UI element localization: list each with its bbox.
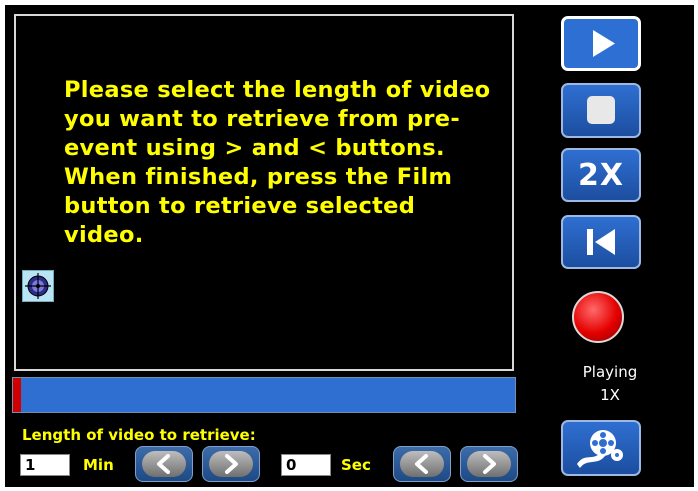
minutes-decrease-button[interactable] [135,446,193,482]
record-button[interactable] [572,291,624,343]
chevron-right-icon [225,454,238,474]
chevron-left-icon [157,454,170,474]
length-label: Length of video to retrieve: [22,426,256,444]
rewind-to-start-icon [587,229,615,255]
stop-button[interactable] [561,83,641,138]
timeline-marker[interactable] [13,378,21,412]
play-button[interactable] [561,16,641,71]
crosshair-icon[interactable] [22,270,54,302]
seconds-unit-label: Sec [341,456,371,474]
seconds-field[interactable]: 0 [281,454,331,476]
film-retrieve-button[interactable] [561,420,641,476]
chevron-right-icon [483,454,496,474]
instruction-message: Please select the length of video you wa… [64,77,491,248]
film-reel-icon [577,430,623,468]
minutes-field[interactable]: 1 [20,454,70,476]
speed-label: 2X [577,157,624,193]
status-speed-label: 1X [600,386,620,404]
play-icon [593,30,615,57]
playback-status: Playing 1X [560,361,660,407]
speed-2x-button[interactable]: 2X [561,148,641,202]
seconds-decrease-button[interactable] [393,446,451,482]
minutes-unit-label: Min [83,456,114,474]
chevron-left-icon [415,454,428,474]
seconds-increase-button[interactable] [460,446,518,482]
rewind-to-start-button[interactable] [561,215,641,269]
status-playing-label: Playing [582,363,638,381]
stop-icon [587,96,615,124]
timeline-bar[interactable] [12,377,516,413]
minutes-increase-button[interactable] [202,446,260,482]
